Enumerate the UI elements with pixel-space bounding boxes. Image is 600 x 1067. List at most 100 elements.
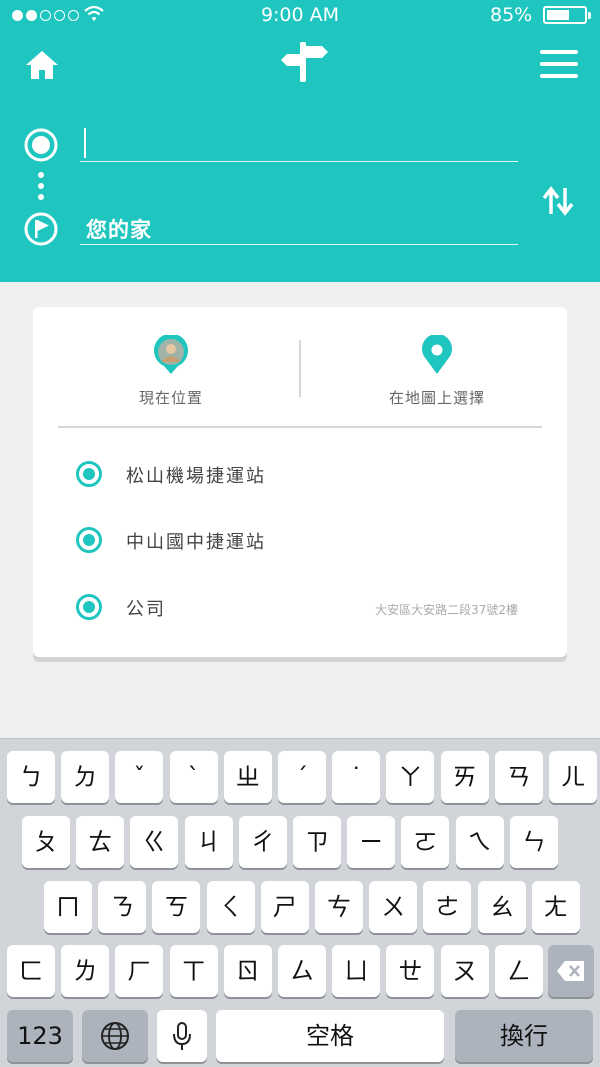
key[interactable]: ㄜ	[423, 881, 472, 933]
choose-on-map-button[interactable]: 在地圖上選擇	[337, 335, 537, 408]
place-item[interactable]: 松山機場捷運站	[76, 453, 536, 493]
key[interactable]: ㄒ	[169, 945, 218, 997]
key[interactable]: ㄠ	[477, 881, 526, 933]
status-bar: 9:00 AM 85%	[0, 0, 600, 30]
destination-value: 您的家	[86, 218, 152, 242]
key-label: ˊ	[296, 763, 308, 791]
key-label: ㄎ	[164, 893, 189, 921]
key[interactable]: ㄘ	[315, 881, 363, 933]
origin-input[interactable]	[80, 124, 518, 161]
key-label: ㄑ	[218, 893, 243, 921]
backspace-icon	[557, 961, 584, 981]
key-label: ㄩ	[344, 957, 369, 985]
key-label: ㄜ	[435, 893, 460, 921]
home-icon[interactable]	[24, 48, 60, 82]
key-label: ˇ	[133, 763, 146, 791]
key-label: ㄍ	[142, 828, 167, 856]
key[interactable]: ㄍ	[130, 816, 179, 868]
key[interactable]: ㄞ	[440, 751, 489, 803]
key[interactable]: ㄕ	[260, 881, 309, 933]
key[interactable]: ㄐ	[184, 816, 233, 868]
key[interactable]: ㄑ	[206, 881, 255, 933]
key-label: ㄚ	[398, 763, 423, 791]
key[interactable]: ㄏ	[115, 945, 164, 997]
swap-arrows-icon[interactable]	[540, 184, 576, 218]
key[interactable]: ㄛ	[401, 816, 450, 868]
backspace-key[interactable]	[548, 945, 594, 997]
key[interactable]: ㄈ	[7, 945, 55, 997]
space-key[interactable]: 空格	[216, 1010, 444, 1062]
key-label: ㄊ	[88, 828, 113, 856]
key[interactable]: ˇ	[115, 751, 164, 803]
current-location-button[interactable]: 現在位置	[71, 335, 271, 408]
key[interactable]: ㄣ	[509, 816, 558, 868]
key-label: ㄆ	[34, 828, 58, 856]
key[interactable]: ㄅ	[7, 751, 55, 803]
key[interactable]: ㄉ	[61, 751, 110, 803]
key-label: ㄥ	[506, 957, 531, 985]
signpost-icon	[281, 42, 328, 82]
place-name: 松山機場捷運站	[126, 466, 266, 487]
battery-percent: 85%	[490, 4, 533, 26]
key-label: ㄇ	[56, 893, 80, 921]
key[interactable]: ㄧ	[347, 816, 396, 868]
key[interactable]: ˙	[332, 751, 381, 803]
key[interactable]: ㄢ	[494, 751, 543, 803]
map-pin-icon	[422, 335, 452, 374]
place-item[interactable]: 公司 大安區大安路二段37號2樓	[76, 586, 536, 626]
key-label: ㄔ	[250, 828, 275, 856]
place-item[interactable]: 中山國中捷運站	[76, 519, 536, 559]
key-label: ㄤ	[543, 893, 568, 921]
key[interactable]: ㄗ	[293, 816, 341, 868]
key[interactable]: ㄎ	[152, 881, 201, 933]
space-key-label: 空格	[306, 1022, 354, 1050]
key-label: ㄢ	[506, 763, 531, 791]
key[interactable]: ㄆ	[22, 816, 70, 868]
key-label: ㄖ	[235, 957, 260, 985]
key[interactable]: ㄟ	[455, 816, 504, 868]
divider	[58, 426, 542, 428]
key[interactable]: ㄝ	[386, 945, 435, 997]
key-label: ㄦ	[561, 763, 585, 791]
dictation-key[interactable]	[157, 1010, 207, 1062]
radio-icon	[76, 527, 102, 553]
numbers-key-label: 123	[17, 1022, 63, 1050]
key[interactable]: ㄇ	[44, 881, 92, 933]
radio-icon	[76, 461, 102, 487]
key-label: ㄗ	[305, 828, 329, 856]
numbers-key[interactable]: 123	[7, 1010, 73, 1062]
key[interactable]: ㄖ	[223, 945, 272, 997]
key[interactable]: ㄔ	[238, 816, 287, 868]
key[interactable]: ㄌ	[61, 945, 110, 997]
key[interactable]: ㄚ	[386, 751, 435, 803]
choose-on-map-label: 在地圖上選擇	[388, 389, 485, 407]
current-location-label: 現在位置	[138, 389, 203, 407]
key-label: ㄅ	[19, 763, 43, 791]
hamburger-menu-icon[interactable]	[540, 50, 578, 80]
globe-key[interactable]	[82, 1010, 148, 1062]
origin-radio-icon	[24, 128, 58, 162]
destination-field[interactable]: 您的家	[80, 210, 518, 245]
key[interactable]: ㄓ	[223, 751, 272, 803]
key[interactable]: ㄨ	[369, 881, 418, 933]
zhuyin-keyboard: ㄅ ㄉ ˇ ˋ ㄓ ˊ ˙ ㄚ ㄞ ㄢ ㄦㄆ ㄊ ㄍ ㄐ ㄔ ㄗ ㄧ ㄛ ㄟ ㄣㄇ ㄋ ㄎ ㄑ ㄕ ㄘ ㄨ ㄜ ㄠ ㄤㄈ ㄌ ㄏ ㄒ ㄖ ㄙ ㄩ ㄝ ㄡ…	[0, 738, 600, 1067]
key[interactable]: ㄩ	[332, 945, 381, 997]
battery-icon	[543, 6, 591, 24]
key-label: ㄙ	[290, 957, 314, 985]
key-label: ㄣ	[521, 828, 546, 856]
key-label: ㄟ	[467, 828, 492, 856]
key[interactable]: ㄊ	[76, 816, 125, 868]
key[interactable]: ㄥ	[494, 945, 543, 997]
key[interactable]: ㄙ	[278, 945, 326, 997]
key[interactable]: ㄦ	[549, 751, 597, 803]
key[interactable]: ˊ	[278, 751, 326, 803]
place-name: 中山國中捷運站	[126, 532, 266, 553]
key[interactable]: ㄤ	[531, 881, 580, 933]
key[interactable]: ㄋ	[98, 881, 147, 933]
key[interactable]: ㄡ	[440, 945, 489, 997]
return-key[interactable]: 換行	[455, 1010, 593, 1062]
key-label: ㄕ	[272, 893, 297, 921]
origin-field[interactable]	[80, 124, 518, 162]
key-label: ㄌ	[73, 957, 98, 985]
key[interactable]: ˋ	[169, 751, 218, 803]
